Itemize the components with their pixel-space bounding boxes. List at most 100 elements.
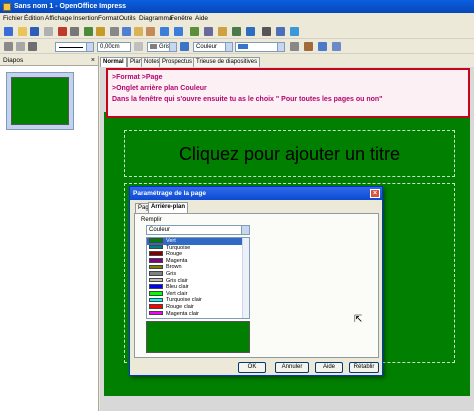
chevron-down-icon bbox=[169, 43, 176, 51]
display-grid-icon[interactable] bbox=[262, 27, 271, 36]
area-color-value: Couleur bbox=[196, 44, 218, 50]
cancel-button[interactable]: Annuler bbox=[275, 362, 309, 373]
color-swatch bbox=[149, 264, 163, 270]
paste-icon[interactable] bbox=[134, 27, 143, 36]
color-list-item[interactable]: Magenta clair bbox=[147, 311, 249, 318]
view-tabs: Normal Plan Notes Prospectus Trieuse de … bbox=[100, 57, 474, 67]
spellcheck-icon[interactable] bbox=[84, 27, 93, 36]
shadow-icon[interactable] bbox=[290, 42, 299, 51]
menu-fenetre[interactable]: Fenêtre bbox=[170, 14, 192, 23]
color-name: Magenta bbox=[166, 257, 188, 264]
chevron-down-icon bbox=[86, 43, 93, 51]
color-preview bbox=[146, 321, 250, 353]
insert-image-icon[interactable] bbox=[218, 27, 227, 36]
help-icon[interactable] bbox=[290, 27, 299, 36]
chevron-down-icon bbox=[277, 43, 284, 51]
save-icon[interactable] bbox=[30, 27, 39, 36]
slide-thumbnail-selected[interactable] bbox=[6, 72, 74, 130]
line-width-field[interactable]: 0,00cm bbox=[97, 42, 131, 52]
color-swatch bbox=[149, 271, 163, 276]
arrow-style-icon[interactable] bbox=[16, 42, 25, 51]
tab-arriere-plan[interactable]: Arrière-plan bbox=[148, 202, 189, 213]
navigator-icon[interactable] bbox=[232, 27, 241, 36]
new-document-icon[interactable] bbox=[4, 27, 13, 36]
title-placeholder[interactable]: Cliquez pour ajouter un titre bbox=[124, 130, 455, 177]
zoom-icon[interactable] bbox=[276, 27, 285, 36]
menu-format[interactable]: Format bbox=[98, 14, 119, 23]
slide-thumbnail bbox=[11, 77, 69, 125]
tab-prospectus[interactable]: Prospectus bbox=[159, 57, 196, 67]
fill-type-select[interactable]: Couleur bbox=[146, 225, 250, 235]
annotation-line: >Format >Page bbox=[112, 74, 163, 81]
chart-icon[interactable] bbox=[190, 27, 199, 36]
line-sample bbox=[59, 47, 83, 48]
menu-fichier[interactable]: Fichier bbox=[3, 14, 23, 23]
undo-icon[interactable] bbox=[160, 27, 169, 36]
color-swatch bbox=[149, 244, 163, 250]
line-width-value: 0,00cm bbox=[100, 44, 120, 50]
color-swatch bbox=[149, 258, 163, 263]
hyperlink-icon[interactable] bbox=[246, 27, 255, 36]
reset-button[interactable]: Rétablir bbox=[349, 362, 379, 373]
instruction-annotation: >Format >Page >Onglet arrière plan Coule… bbox=[106, 68, 470, 118]
color-list-item[interactable]: Brown bbox=[147, 264, 249, 271]
color-list-item[interactable]: Rouge bbox=[147, 251, 249, 258]
area-style-select[interactable]: Gris bbox=[147, 42, 177, 52]
edit-file-icon[interactable] bbox=[44, 27, 53, 36]
cut-icon[interactable] bbox=[110, 27, 119, 36]
menu-aide[interactable]: Aide bbox=[195, 14, 208, 23]
align-icon[interactable] bbox=[318, 42, 327, 51]
fill-color-select[interactable] bbox=[235, 42, 285, 52]
line-color-icon[interactable] bbox=[134, 42, 143, 51]
annotation-line: Dans la fenêtre qui s'ouvre ensuite tu a… bbox=[112, 96, 383, 103]
color-list-item[interactable]: Turquoise bbox=[147, 245, 249, 252]
mouse-cursor-icon: ⇱ bbox=[354, 314, 363, 325]
redo-icon[interactable] bbox=[174, 27, 183, 36]
arrange-icon[interactable] bbox=[332, 42, 341, 51]
line-style-select[interactable] bbox=[55, 42, 94, 52]
menu-edition[interactable]: Édition bbox=[24, 14, 44, 23]
auto-spellcheck-icon[interactable] bbox=[96, 27, 105, 36]
print-icon[interactable] bbox=[70, 27, 79, 36]
area-color-select[interactable]: Couleur bbox=[193, 42, 233, 52]
close-icon[interactable]: × bbox=[370, 189, 380, 198]
line-icon[interactable] bbox=[4, 42, 13, 51]
area-icon[interactable] bbox=[180, 42, 189, 51]
color-list-item[interactable]: Gris bbox=[147, 271, 249, 278]
tab-trieuse[interactable]: Trieuse de diapositives bbox=[193, 57, 261, 67]
color-swatch bbox=[149, 284, 163, 289]
rotate-icon[interactable] bbox=[304, 42, 313, 51]
tab-normal[interactable]: Normal bbox=[100, 57, 127, 67]
color-name: Gris bbox=[166, 270, 177, 277]
export-pdf-icon[interactable] bbox=[58, 27, 67, 36]
color-list-item[interactable]: Vert clair bbox=[147, 291, 249, 298]
close-icon[interactable]: × bbox=[91, 57, 95, 65]
slides-pane: Diapos × bbox=[0, 56, 99, 411]
color-name: Gris clair bbox=[166, 277, 188, 284]
color-list-item[interactable]: Turquoise clair bbox=[147, 297, 249, 304]
format-paintbrush-icon[interactable] bbox=[146, 27, 155, 36]
menu-outils[interactable]: Outils bbox=[119, 14, 136, 23]
color-swatch bbox=[149, 238, 163, 243]
color-name: Brown bbox=[166, 264, 182, 271]
color-name: Turquoise bbox=[166, 244, 191, 251]
table-icon[interactable] bbox=[204, 27, 213, 36]
color-list-item[interactable]: Gris clair bbox=[147, 278, 249, 285]
menu-insertion[interactable]: Insertion bbox=[73, 14, 98, 23]
color-list-item[interactable]: Rouge clair bbox=[147, 304, 249, 311]
ok-button[interactable]: OK bbox=[238, 362, 266, 373]
color-list-item[interactable]: Vert bbox=[147, 238, 249, 245]
color-name: Vert clair bbox=[166, 290, 188, 297]
open-folder-icon[interactable] bbox=[18, 27, 27, 36]
line-style-icon[interactable] bbox=[28, 42, 37, 51]
color-list-item[interactable]: Bleu clair bbox=[147, 284, 249, 291]
color-list[interactable]: Vert Turquoise Rouge Magenta Brown Gris Gris c… bbox=[146, 237, 250, 319]
color-list-item[interactable]: Magenta bbox=[147, 258, 249, 265]
window-title: Sans nom 1 - OpenOffice Impress bbox=[14, 3, 127, 10]
menu-affichage[interactable]: Affichage bbox=[45, 14, 72, 23]
color-name: Vert bbox=[166, 238, 176, 244]
copy-icon[interactable] bbox=[122, 27, 131, 36]
list-scrollbar[interactable] bbox=[242, 238, 249, 318]
help-button[interactable]: Aide bbox=[315, 362, 343, 373]
menu-diagramma[interactable]: Diagramma bbox=[139, 14, 173, 23]
